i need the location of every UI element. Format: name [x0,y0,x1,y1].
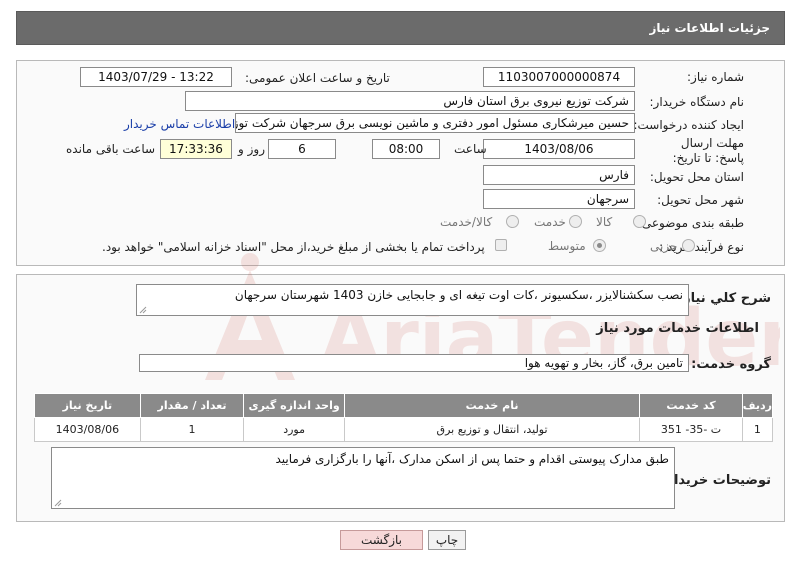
process-medium-label: متوسط [548,239,586,253]
city-label: شهر محل تحویل: [657,193,744,207]
services-table-header: ردیف کد خدمت نام خدمت واحد اندازه گیری ت… [34,393,774,418]
province-label: استان محل تحویل: [649,170,744,184]
services-section-title: اطلاعات خدمات مورد نیاز [596,321,759,336]
buyer-notes-textarea: طبق مدارک پیوستی اقدام و حتما پس از اسکن… [51,447,675,509]
remaining-time-label: ساعت باقی مانده [66,142,156,156]
cell-unit: مورد [243,417,345,442]
col-service-code: کد خدمت [639,393,743,418]
category-goods-label: کالا [596,215,613,229]
city-field: سرجهان [483,189,635,209]
process-medium-radio[interactable] [593,239,606,252]
announce-label: تاریخ و ساعت اعلان عمومی: [245,71,390,85]
summary-label: شرح کلي نياز: [677,291,771,306]
category-goods-radio[interactable] [633,215,646,228]
process-minor-radio[interactable] [682,239,695,252]
category-service-label: خدمت [534,215,566,229]
need-number-label: شماره نیاز: [687,70,744,84]
province-field: فارس [483,165,635,185]
table-row: 1 ت -35- 351 تولید، انتقال و توزیع برق م… [34,417,774,442]
col-quantity: تعداد / مقدار [139,393,245,418]
back-button[interactable]: بازگشت [340,530,423,550]
cell-service-name: تولید، انتقال و توزیع برق [343,417,641,442]
days-remaining-field: 6 [268,139,336,159]
page-header: جزئیات اطلاعات نیاز [16,11,785,45]
cell-row: 1 [741,417,774,442]
announce-field: 1403/07/29 - 13:22 [80,67,232,87]
col-unit: واحد اندازه گیری [243,393,345,418]
remaining-time-field: 17:33:36 [160,139,232,159]
cell-quantity: 1 [139,417,245,442]
summary-text: نصب سکشنالایزر ،سکسیونر ،کات اوت تیغه ای… [234,288,683,302]
days-label: روز و [238,142,265,156]
page-title: جزئیات اطلاعات نیاز [649,21,770,35]
category-goods-service-label: کالا/خدمت [440,215,493,229]
buyer-org-field: شرکت توزیع نیروی برق استان فارس [185,91,635,111]
services-table: ردیف کد خدمت نام خدمت واحد اندازه گیری ت… [34,393,774,442]
category-label: طبقه بندی موضوعی: [637,216,744,230]
buyer-notes-text: طبق مدارک پیوستی اقدام و حتما پس از اسکن… [275,452,670,466]
service-group-label: گروه خدمت: [691,357,771,372]
service-group-field: تامین برق، گاز، بخار و تهویه هوا [139,354,689,372]
col-need-date: تاریخ نیاز [34,393,141,418]
summary-textarea: نصب سکشنالایزر ،سکسیونر ،کات اوت تیغه ای… [136,284,689,316]
buyer-org-label: نام دستگاه خریدار: [649,95,745,109]
treasury-payment-note: پرداخت تمام یا بخشی از مبلغ خرید،از محل … [102,240,485,254]
buyer-notes-label: توضیحات خریدار: [661,473,771,488]
category-service-radio[interactable] [569,215,582,228]
resize-grip-icon[interactable] [139,306,147,314]
col-row: ردیف [741,393,774,418]
creator-label: ایجاد کننده درخواست: [633,118,744,132]
deadline-time-label: ساعت [454,142,487,156]
deadline-date-field: 1403/08/06 [483,139,635,159]
cell-service-code: ت -35- 351 [639,417,743,442]
cell-need-date: 1403/08/06 [34,417,141,442]
col-service-name: نام خدمت [343,393,641,418]
deadline-label-text: مهلت ارسال پاسخ: تا تاریخ: [672,136,744,165]
creator-field: حسین میرشکاری مسئول امور دفتری و ماشین ن… [235,113,635,133]
print-button[interactable]: چاپ [428,530,466,550]
deadline-label: مهلت ارسال پاسخ: تا تاریخ: [649,136,744,166]
process-minor-label: جزیی [650,239,678,253]
deadline-time-field: 08:00 [372,139,440,159]
need-number-field: 1103007000000874 [483,67,635,87]
treasury-payment-checkbox[interactable] [495,239,507,251]
resize-grip-icon[interactable] [54,499,62,507]
category-goods-service-radio[interactable] [506,215,519,228]
buyer-contact-link[interactable]: اطلاعات تماس خریدار [124,117,235,131]
